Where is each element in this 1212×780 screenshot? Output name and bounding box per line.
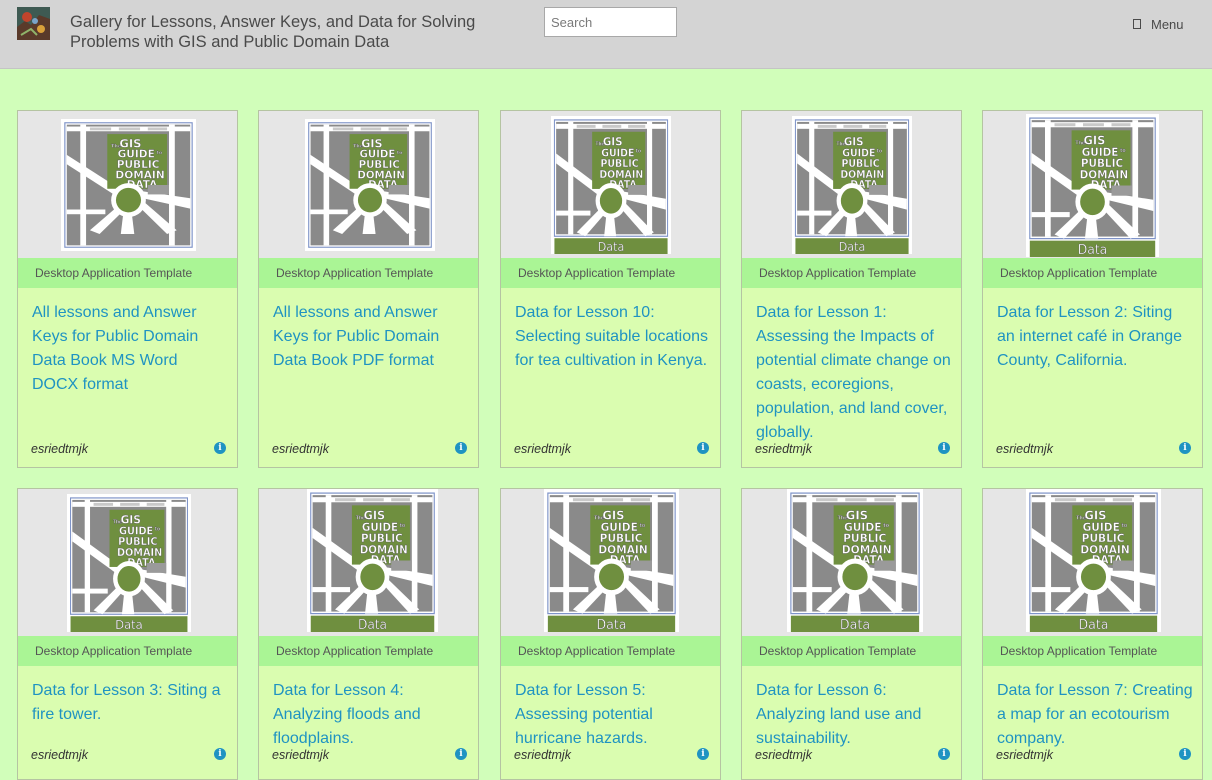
card-owner: esriedtmjk <box>272 748 329 762</box>
svg-text:to: to <box>397 150 402 156</box>
card-thumbnail[interactable]: The GIS GUIDE to PUBLIC DOMAIN DATA Data <box>501 489 720 636</box>
card-owner: esriedtmjk <box>996 748 1053 762</box>
svg-text:to: to <box>883 523 889 529</box>
info-icon[interactable]: i <box>455 748 467 760</box>
card-owner: esriedtmjk <box>514 442 571 456</box>
page-title: Gallery for Lessons, Answer Keys, and Da… <box>70 13 476 51</box>
svg-text:Data: Data <box>840 618 870 632</box>
book-cover-image: The GIS GUIDE to PUBLIC DOMAIN DATA <box>61 119 196 251</box>
gallery-card[interactable]: The GIS GUIDE to PUBLIC DOMAIN DATA Desktop App… <box>17 110 238 468</box>
card-type-label: Desktop Application Template <box>742 636 961 666</box>
card-owner: esriedtmjk <box>514 748 571 762</box>
card-title-link[interactable]: All lessons and Answer Keys for Public D… <box>273 301 469 373</box>
card-owner: esriedtmjk <box>31 442 88 456</box>
svg-text:to: to <box>636 148 641 154</box>
svg-text:GIS: GIS <box>603 135 623 149</box>
card-owner: esriedtmjk <box>755 748 812 762</box>
card-thumbnail[interactable]: The GIS GUIDE to PUBLIC DOMAIN DATA Data <box>259 489 478 636</box>
menu-label: Menu <box>1151 16 1184 32</box>
book-cover-image: The GIS GUIDE to PUBLIC DOMAIN DATA Data <box>544 489 679 632</box>
info-icon[interactable]: i <box>697 442 709 454</box>
gallery-card[interactable]: The GIS GUIDE to PUBLIC DOMAIN DATA Desktop App… <box>258 110 479 468</box>
card-title-link[interactable]: Data for Lesson 3: Siting a fire tower. <box>32 679 228 727</box>
svg-text:Data: Data <box>1078 243 1107 257</box>
gallery-card[interactable]: The GIS GUIDE to PUBLIC DOMAIN DATA Data Desktop… <box>982 110 1203 468</box>
svg-text:Data: Data <box>358 617 387 632</box>
info-icon[interactable]: i <box>938 442 950 454</box>
gallery-card[interactable]: The GIS GUIDE to PUBLIC DOMAIN DATA Data Desktop… <box>741 488 962 780</box>
svg-text:Data: Data <box>1079 618 1109 632</box>
book-cover-image: The GIS GUIDE to PUBLIC DOMAIN DATA Data <box>787 489 923 632</box>
info-icon[interactable]: i <box>697 748 709 760</box>
card-title-link[interactable]: Data for Lesson 4: Analyzing floods and … <box>273 679 469 751</box>
card-type-label: Desktop Application Template <box>501 636 720 666</box>
svg-text:to: to <box>640 523 646 529</box>
svg-text:to: to <box>155 526 160 532</box>
menu-icon <box>1133 19 1143 29</box>
card-thumbnail[interactable]: The GIS GUIDE to PUBLIC DOMAIN DATA Data <box>983 489 1202 636</box>
book-cover-image: The GIS GUIDE to PUBLIC DOMAIN DATA Data <box>551 116 671 254</box>
info-icon[interactable]: i <box>1179 442 1191 454</box>
svg-text:Data: Data <box>839 239 866 254</box>
card-title-link[interactable]: Data for Lesson 7: Creating a map for an… <box>997 679 1193 751</box>
book-cover-image: The GIS GUIDE to PUBLIC DOMAIN DATA Data <box>67 494 191 632</box>
menu-button[interactable]: Menu <box>1133 15 1184 33</box>
card-thumbnail[interactable]: The GIS GUIDE to PUBLIC DOMAIN DATA Data <box>742 111 961 258</box>
svg-text:to: to <box>877 148 882 154</box>
info-icon[interactable]: i <box>214 748 226 760</box>
card-title-link[interactable]: Data for Lesson 2: Siting an internet ca… <box>997 301 1193 373</box>
card-type-label: Desktop Application Template <box>983 636 1202 666</box>
card-title-link[interactable]: Data for Lesson 6: Analyzing land use an… <box>756 679 952 751</box>
card-thumbnail[interactable]: The GIS GUIDE to PUBLIC DOMAIN DATA Data <box>983 111 1202 258</box>
card-type-label: Desktop Application Template <box>742 258 961 288</box>
search-input[interactable] <box>544 7 677 37</box>
card-title-link[interactable]: All lessons and Answer Keys for Public D… <box>32 301 228 397</box>
info-icon[interactable]: i <box>214 442 226 454</box>
gallery-card[interactable]: The GIS GUIDE to PUBLIC DOMAIN DATA Data Desktop… <box>500 488 721 780</box>
gallery-grid: The GIS GUIDE to PUBLIC DOMAIN DATA Desktop App… <box>17 110 1204 780</box>
card-title-link[interactable]: Data for Lesson 5: Assessing potential h… <box>515 679 711 751</box>
svg-text:to: to <box>1122 523 1128 529</box>
card-owner: esriedtmjk <box>31 748 88 762</box>
info-icon[interactable]: i <box>455 442 467 454</box>
book-cover-image: The GIS GUIDE to PUBLIC DOMAIN DATA <box>305 119 435 251</box>
card-title-link[interactable]: Data for Lesson 1: Assessing the Impacts… <box>756 301 952 445</box>
card-owner: esriedtmjk <box>996 442 1053 456</box>
svg-text:Data: Data <box>115 617 142 632</box>
card-thumbnail[interactable]: The GIS GUIDE to PUBLIC DOMAIN DATA Data <box>501 111 720 258</box>
info-icon[interactable]: i <box>1179 748 1191 760</box>
gallery-card[interactable]: The GIS GUIDE to PUBLIC DOMAIN DATA Data Desktop… <box>500 110 721 468</box>
svg-text:to: to <box>157 150 163 156</box>
svg-text:to: to <box>400 523 406 529</box>
card-thumbnail[interactable]: The GIS GUIDE to PUBLIC DOMAIN DATA Data <box>18 489 237 636</box>
card-type-label: Desktop Application Template <box>259 258 478 288</box>
app-header: Gallery for Lessons, Answer Keys, and Da… <box>0 0 1212 69</box>
card-owner: esriedtmjk <box>272 442 329 456</box>
card-title-link[interactable]: Data for Lesson 10: Selecting suitable l… <box>515 301 711 373</box>
gallery-card[interactable]: The GIS GUIDE to PUBLIC DOMAIN DATA Data Desktop… <box>17 488 238 780</box>
card-type-label: Desktop Application Template <box>18 636 237 666</box>
card-owner: esriedtmjk <box>755 442 812 456</box>
svg-text:Data: Data <box>597 618 627 632</box>
card-type-label: Desktop Application Template <box>259 636 478 666</box>
gallery-card[interactable]: The GIS GUIDE to PUBLIC DOMAIN DATA Data Desktop… <box>258 488 479 780</box>
card-type-label: Desktop Application Template <box>983 258 1202 288</box>
book-cover-image: The GIS GUIDE to PUBLIC DOMAIN DATA Data <box>307 489 438 632</box>
svg-text:to: to <box>1120 148 1126 154</box>
book-cover-image: The GIS GUIDE to PUBLIC DOMAIN DATA Data <box>792 116 912 254</box>
card-thumbnail[interactable]: The GIS GUIDE to PUBLIC DOMAIN DATA <box>259 111 478 258</box>
gallery-card[interactable]: The GIS GUIDE to PUBLIC DOMAIN DATA Data Desktop… <box>982 488 1203 780</box>
card-type-label: Desktop Application Template <box>18 258 237 288</box>
card-thumbnail[interactable]: The GIS GUIDE to PUBLIC DOMAIN DATA <box>18 111 237 258</box>
card-type-label: Desktop Application Template <box>501 258 720 288</box>
gallery-logo-icon[interactable] <box>17 7 50 40</box>
book-cover-image: The GIS GUIDE to PUBLIC DOMAIN DATA Data <box>1026 114 1159 257</box>
svg-text:GIS: GIS <box>844 135 864 149</box>
card-thumbnail[interactable]: The GIS GUIDE to PUBLIC DOMAIN DATA Data <box>742 489 961 636</box>
book-cover-image: The GIS GUIDE to PUBLIC DOMAIN DATA Data <box>1026 489 1161 632</box>
gallery-card[interactable]: The GIS GUIDE to PUBLIC DOMAIN DATA Data Desktop… <box>741 110 962 468</box>
svg-text:Data: Data <box>598 239 625 254</box>
info-icon[interactable]: i <box>938 748 950 760</box>
